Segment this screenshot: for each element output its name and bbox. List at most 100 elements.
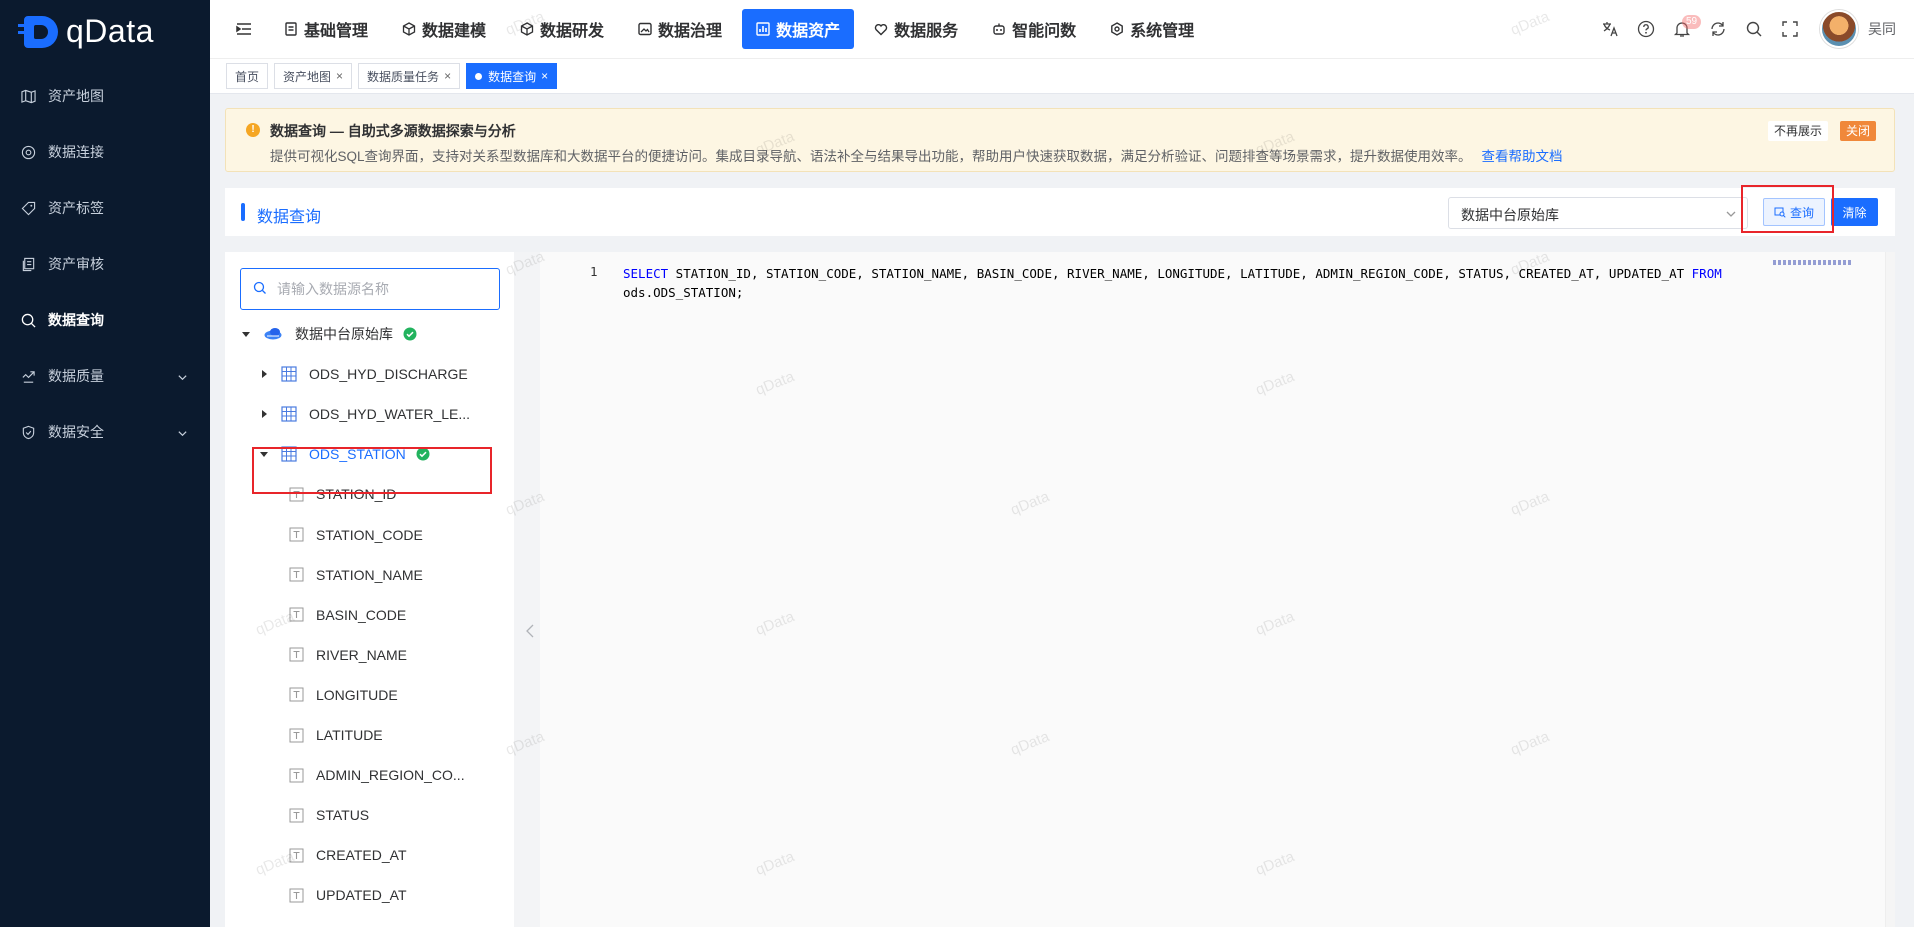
nav-item-label: 数据治理: [658, 23, 723, 40]
tree-node-label: ADMIN_REGION_CO...: [316, 767, 465, 784]
top-nav: 基础管理 数据建模 数据研发 数据治理 数据资产 数据服务 智能问数 系统管理: [270, 9, 1214, 49]
notice-description: 提供可视化SQL查询界面，支持对关系型数据库和大数据平台的便捷访问。集成目录导航…: [270, 145, 1563, 165]
cube-icon: [520, 22, 534, 36]
datasource-select[interactable]: 数据中台原始库: [1448, 197, 1748, 229]
chevron-down-icon: [1725, 207, 1737, 223]
tree-node-label: BASIN_CODE: [316, 606, 407, 623]
tree-column-node[interactable]: ADMIN_REGION_CO...: [289, 759, 465, 791]
tree-table-node[interactable]: ODS_HYD_WATER_LE...: [257, 398, 470, 430]
nav-item-label: 数据服务: [894, 23, 959, 40]
text-field-icon: [289, 607, 304, 622]
nav-item-3[interactable]: 数据治理: [624, 9, 736, 49]
sidebar-item-5[interactable]: 数据质量: [0, 348, 210, 404]
notice-title: 数据查询 — 自助式多源数据探索与分析: [270, 123, 516, 139]
nav-item-7[interactable]: 系统管理: [1096, 9, 1208, 49]
editor-minimap[interactable]: [1773, 260, 1851, 265]
sidebar-item-4[interactable]: 数据查询: [0, 292, 210, 348]
robot-icon: [992, 22, 1006, 36]
tree-table-node[interactable]: ODS_STATION: [257, 438, 430, 470]
tree-node-label: LATITUDE: [316, 727, 383, 743]
dont-show-again-button[interactable]: 不再展示: [1767, 121, 1828, 141]
nav-item-6[interactable]: 智能问数: [978, 9, 1090, 49]
tree-column-node[interactable]: STATION_NAME: [289, 559, 423, 591]
tree-column-node[interactable]: STATION_CODE: [289, 519, 423, 551]
search-icon[interactable]: [1736, 11, 1772, 47]
tab-3[interactable]: 数据查询 ×: [466, 63, 558, 89]
clear-button[interactable]: 清除: [1831, 198, 1878, 226]
nav-item-label: 系统管理: [1130, 23, 1195, 40]
help-icon[interactable]: [1628, 11, 1664, 47]
fullscreen-icon[interactable]: [1772, 11, 1808, 47]
datasource-search-input[interactable]: [277, 281, 477, 297]
avatar[interactable]: [1820, 10, 1858, 48]
tree-column-node[interactable]: CREATED_AT: [289, 839, 407, 871]
tab-1[interactable]: 资产地图 ×: [274, 63, 353, 89]
logo-icon: [18, 14, 62, 48]
table-icon: [281, 366, 297, 382]
tree-column-node[interactable]: STATION_ID: [289, 478, 396, 510]
connection-icon: [20, 144, 36, 160]
refresh-icon[interactable]: [1700, 11, 1736, 47]
nav-item-5[interactable]: 数据服务: [860, 9, 972, 49]
sidebar-item-2[interactable]: 资产标签: [0, 180, 210, 236]
collapse-left-icon[interactable]: [526, 624, 534, 641]
tab-0[interactable]: 首页: [226, 63, 269, 89]
map-icon: [20, 88, 36, 104]
tree-column-node[interactable]: LATITUDE: [289, 719, 383, 751]
nav-item-1[interactable]: 数据建模: [388, 9, 500, 49]
sidebar-item-label: 数据查询: [48, 312, 104, 328]
query-button[interactable]: 查询: [1763, 198, 1825, 226]
editor-scrollbar[interactable]: [1885, 252, 1895, 927]
nav-item-label: 数据研发: [540, 23, 605, 40]
caret-down-icon[interactable]: [239, 329, 253, 339]
quality-icon: [20, 368, 36, 384]
tree-node-label: ODS_STATION: [309, 446, 406, 463]
tree-node-label: STATUS: [316, 807, 370, 824]
tree-node-label: UPDATED_AT: [316, 887, 407, 904]
tree-column-node[interactable]: RIVER_NAME: [289, 639, 407, 671]
logo[interactable]: qData: [0, 0, 210, 62]
text-field-icon: [289, 768, 304, 783]
close-icon[interactable]: ×: [336, 69, 343, 83]
nav-item-0[interactable]: 基础管理: [270, 9, 382, 49]
close-notice-button[interactable]: 关闭: [1839, 121, 1876, 141]
notification-bell-icon[interactable]: 59: [1664, 11, 1702, 47]
text-field-icon: [289, 647, 304, 662]
tree-column-node[interactable]: LONGITUDE: [289, 679, 398, 711]
text-field-icon: [289, 687, 304, 702]
tab-2[interactable]: 数据质量任务 ×: [358, 63, 461, 89]
warning-icon: !: [246, 123, 260, 137]
query-header: 数据查询 数据中台原始库 查询 清除: [225, 188, 1895, 236]
notice-banner: ! 数据查询 — 自助式多源数据探索与分析 提供可视化SQL查询界面，支持对关系…: [225, 108, 1895, 172]
text-field-icon: [289, 728, 304, 743]
sql-editor[interactable]: 1 SELECT STATION_ID, STATION_CODE, STATI…: [540, 252, 1895, 927]
sidebar-item-1[interactable]: 数据连接: [0, 124, 210, 180]
tree-column-node[interactable]: STATUS: [289, 799, 369, 831]
nav-item-4[interactable]: 数据资产: [742, 9, 855, 49]
heart-icon: [874, 22, 888, 36]
close-icon[interactable]: ×: [541, 69, 548, 83]
tree-column-node[interactable]: BASIN_CODE: [289, 599, 406, 631]
menu-fold-icon[interactable]: [224, 22, 264, 36]
check-circle-icon: [416, 447, 430, 461]
datasource-search[interactable]: [240, 268, 500, 310]
tree-column-node[interactable]: UPDATED_AT: [289, 879, 407, 911]
caret-right-icon[interactable]: [257, 409, 271, 419]
panel-splitter[interactable]: [514, 252, 540, 927]
audit-icon: [20, 256, 36, 272]
user-name[interactable]: 吴同: [1868, 19, 1896, 39]
sidebar-item-6[interactable]: 数据安全: [0, 404, 210, 460]
caret-down-icon[interactable]: [257, 449, 271, 459]
tree-table-node[interactable]: ODS_HYD_DISCHARGE: [257, 358, 468, 390]
help-doc-link[interactable]: 查看帮助文档: [1482, 149, 1563, 164]
tree-database-node[interactable]: 数据中台原始库: [239, 318, 417, 350]
nav-item-2[interactable]: 数据研发: [506, 9, 618, 49]
sidebar-item-0[interactable]: 资产地图: [0, 68, 210, 124]
query-button-label: 查询: [1789, 205, 1814, 220]
sql-code[interactable]: SELECT STATION_ID, STATION_CODE, STATION…: [623, 264, 1773, 302]
chevron-down-icon: [177, 370, 188, 386]
close-icon[interactable]: ×: [444, 69, 451, 83]
sidebar-item-3[interactable]: 资产审核: [0, 236, 210, 292]
caret-right-icon[interactable]: [257, 369, 271, 379]
translate-icon[interactable]: [1592, 11, 1628, 47]
